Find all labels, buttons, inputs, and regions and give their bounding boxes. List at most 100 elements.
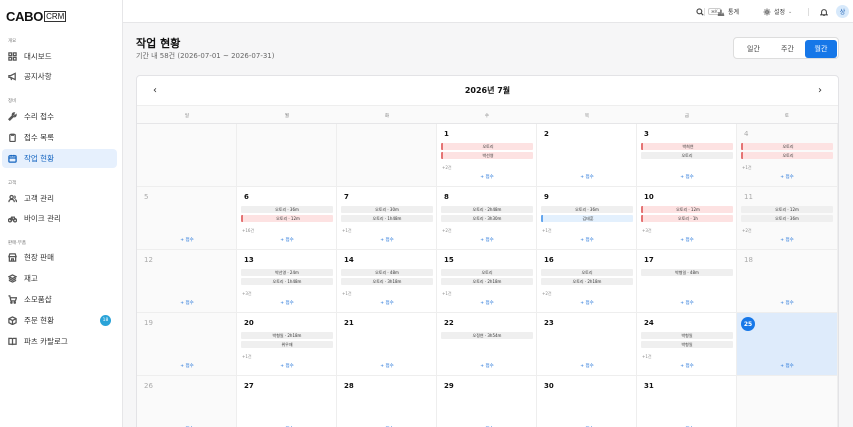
- calendar-day-cell[interactable]: 23 + 접수: [537, 313, 637, 376]
- sidebar-item-onsite-sales[interactable]: 현장 판매: [2, 248, 117, 267]
- calendar-day-cell[interactable]: 5 + 접수: [137, 187, 237, 250]
- add-intake-button[interactable]: + 접수: [637, 363, 737, 369]
- sidebar-item-inventory[interactable]: 재고: [2, 269, 117, 288]
- work-event[interactable]: 오토리 · 36m: [541, 206, 633, 213]
- more-events-link[interactable]: +1건: [342, 291, 352, 297]
- work-event[interactable]: 오토리 · 12m: [641, 206, 733, 213]
- calendar-day-cell[interactable]: 21 + 접수: [337, 313, 437, 376]
- calendar-day-cell[interactable]: 19 + 접수: [137, 313, 237, 376]
- settings-button[interactable]: 설정 ⌄: [763, 0, 792, 23]
- work-event[interactable]: 박형일: [641, 332, 733, 339]
- add-intake-button[interactable]: + 접수: [237, 363, 337, 369]
- work-event[interactable]: 박형일 · 48m: [641, 269, 733, 276]
- add-intake-button[interactable]: + 접수: [737, 300, 837, 306]
- work-event[interactable]: 오토리 · 36m: [241, 206, 333, 213]
- calendar-day-cell[interactable]: 29+ 접수: [437, 376, 537, 427]
- sidebar-item-dashboard[interactable]: 대시보드: [2, 47, 117, 66]
- sidebar-item-bikes[interactable]: 바이크 관리: [2, 209, 117, 228]
- work-event[interactable]: 오토리 · 30m: [341, 206, 433, 213]
- add-intake-button[interactable]: + 접수: [337, 363, 437, 369]
- add-intake-button[interactable]: + 접수: [437, 174, 537, 180]
- calendar-day-cell[interactable]: [337, 124, 437, 187]
- view-week-button[interactable]: 주간: [771, 40, 804, 58]
- calendar-day-cell[interactable]: 3 박희연 오토리 + 접수: [637, 124, 737, 187]
- calendar-day-cell[interactable]: [737, 376, 838, 427]
- work-event[interactable]: 박형일: [641, 341, 733, 348]
- sidebar-item-notices[interactable]: 공지사항: [2, 67, 117, 86]
- more-events-link[interactable]: +1건: [442, 291, 452, 297]
- calendar-day-cell[interactable]: 28+ 접수: [337, 376, 437, 427]
- more-events-link[interactable]: +3건: [642, 228, 652, 234]
- add-intake-button[interactable]: + 접수: [437, 237, 537, 243]
- calendar-day-cell[interactable]: 11 오토리 · 12m 오토리 · 36m +2건 + 접수: [737, 187, 838, 250]
- add-intake-button[interactable]: + 접수: [137, 300, 237, 306]
- add-intake-button[interactable]: + 접수: [337, 237, 437, 243]
- calendar-day-cell[interactable]: 18 + 접수: [737, 250, 838, 313]
- calendar-day-cell[interactable]: 2 + 접수: [537, 124, 637, 187]
- calendar-day-cell[interactable]: 12 + 접수: [137, 250, 237, 313]
- add-intake-button[interactable]: + 접수: [437, 363, 537, 369]
- calendar-day-cell[interactable]: 10 오토리 · 12m 오토리 · 1h +3건 + 접수: [637, 187, 737, 250]
- calendar-day-cell[interactable]: 31+ 접수: [637, 376, 737, 427]
- calendar-day-cell[interactable]: 9 오토리 · 36m 김태훈 +1건 + 접수: [537, 187, 637, 250]
- add-intake-button[interactable]: + 접수: [337, 300, 437, 306]
- work-event[interactable]: 김태훈: [541, 215, 633, 222]
- calendar-day-cell[interactable]: 22 오정연 · 3h54m + 접수: [437, 313, 537, 376]
- app-logo[interactable]: CABO CRM: [6, 9, 67, 24]
- calendar-day-cell[interactable]: 8 오토리 · 2h48m 오토리 · 3h30m +2건 + 접수: [437, 187, 537, 250]
- calendar-day-cell[interactable]: 25 + 접수: [737, 313, 838, 376]
- more-events-link[interactable]: +2건: [542, 291, 552, 297]
- sidebar-item-repair-intake[interactable]: 수리 접수: [2, 107, 117, 126]
- work-event[interactable]: 오토리: [741, 152, 833, 159]
- add-intake-button[interactable]: + 접수: [437, 300, 537, 306]
- work-event[interactable]: 오토리: [541, 269, 633, 276]
- sidebar-item-parts-catalog[interactable]: 파츠 카탈로그: [2, 332, 117, 351]
- more-events-link[interactable]: +2건: [442, 165, 452, 171]
- calendar-day-cell[interactable]: [137, 124, 237, 187]
- work-event[interactable]: 오토리 · 2h18m: [541, 278, 633, 285]
- calendar-day-cell[interactable]: 20 박형일 · 2h18m 위우재 +1건 + 접수: [237, 313, 337, 376]
- calendar-day-cell[interactable]: 6 오토리 · 36m 오토리 · 12m +16건 + 접수: [237, 187, 337, 250]
- calendar-day-cell[interactable]: 7 오토리 · 30m 오토리 · 1h48m +1건 + 접수: [337, 187, 437, 250]
- work-event[interactable]: 오토리 · 1h48m: [341, 215, 433, 222]
- add-intake-button[interactable]: + 접수: [537, 363, 637, 369]
- work-event[interactable]: 오정연 · 3h54m: [441, 332, 533, 339]
- work-event[interactable]: 오토리 · 2h18m: [441, 278, 533, 285]
- sidebar-item-customers[interactable]: 고객 관리: [2, 189, 117, 208]
- add-intake-button[interactable]: + 접수: [137, 237, 237, 243]
- calendar-day-cell[interactable]: 13 박선영 · 24m 오토리 · 1h48m +3건 + 접수: [237, 250, 337, 313]
- calendar-day-cell[interactable]: 4 오토리 오토리 +1건 + 접수: [737, 124, 838, 187]
- calendar-day-cell[interactable]: 30+ 접수: [537, 376, 637, 427]
- next-month-button[interactable]: ›: [818, 76, 822, 105]
- work-event[interactable]: 박희연: [641, 143, 733, 150]
- view-month-button[interactable]: 월간: [805, 40, 837, 58]
- add-intake-button[interactable]: + 접수: [637, 174, 737, 180]
- view-day-button[interactable]: 일간: [737, 40, 770, 58]
- more-events-link[interactable]: +1건: [342, 228, 352, 234]
- work-event[interactable]: 오토리 · 3h30m: [441, 215, 533, 222]
- more-events-link[interactable]: +2건: [442, 228, 452, 234]
- calendar-day-cell[interactable]: 16 오토리 오토리 · 2h18m +2건 + 접수: [537, 250, 637, 313]
- user-avatar[interactable]: 상: [836, 5, 849, 18]
- work-event[interactable]: 오토리 · 2h48m: [441, 206, 533, 213]
- add-intake-button[interactable]: + 접수: [737, 363, 837, 369]
- calendar-day-cell[interactable]: 26+ 접수: [137, 376, 237, 427]
- sidebar-item-orders[interactable]: 주문 현황 18: [2, 311, 117, 330]
- work-event[interactable]: 오토리 · 36m: [741, 215, 833, 222]
- sidebar-item-work-status[interactable]: 작업 현황: [2, 149, 117, 168]
- work-event[interactable]: 오토리: [441, 269, 533, 276]
- add-intake-button[interactable]: + 접수: [237, 237, 337, 243]
- notifications-button[interactable]: [820, 0, 828, 23]
- work-event[interactable]: 오토리 · 12m: [741, 206, 833, 213]
- add-intake-button[interactable]: + 접수: [237, 300, 337, 306]
- more-events-link[interactable]: +3건: [242, 291, 252, 297]
- calendar-day-cell[interactable]: [237, 124, 337, 187]
- calendar-day-cell[interactable]: 24 박형일 박형일 +1건 + 접수: [637, 313, 737, 376]
- calendar-day-cell[interactable]: 14 오토리 · 48m 오토리 · 3h18m +1건 + 접수: [337, 250, 437, 313]
- add-intake-button[interactable]: + 접수: [737, 174, 837, 180]
- add-intake-button[interactable]: + 접수: [737, 237, 837, 243]
- work-event[interactable]: 오토리 · 1h48m: [241, 278, 333, 285]
- add-intake-button[interactable]: + 접수: [637, 300, 737, 306]
- work-event[interactable]: 오토리: [741, 143, 833, 150]
- add-intake-button[interactable]: + 접수: [537, 237, 637, 243]
